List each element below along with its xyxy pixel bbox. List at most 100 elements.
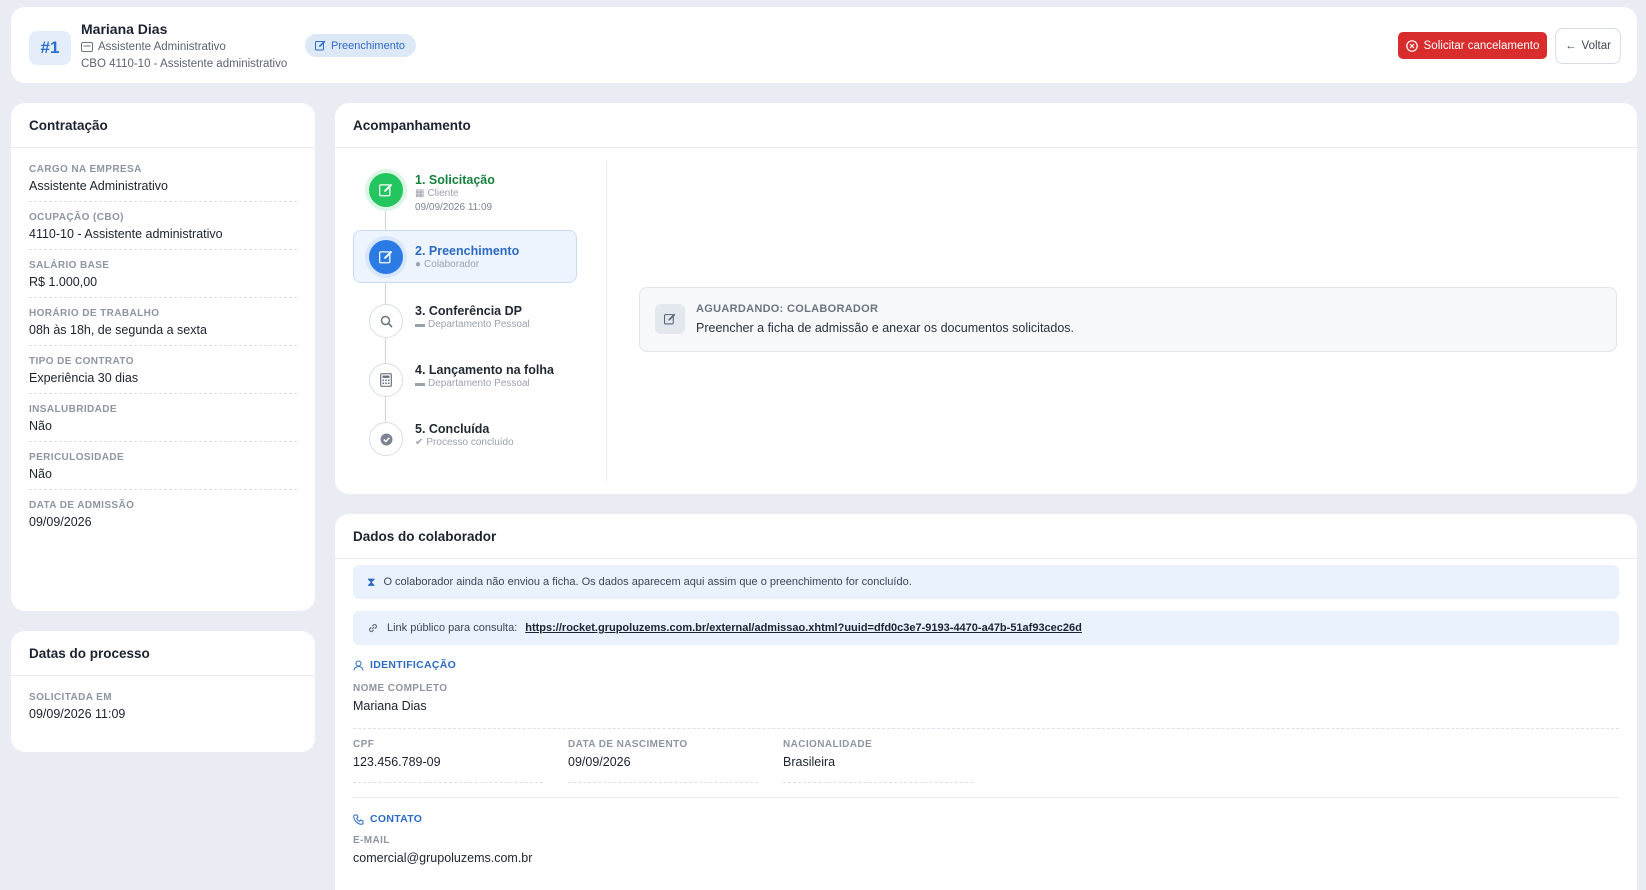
field-value: Experiência 30 dias <box>29 371 139 385</box>
field-label: INSALUBRIDADE <box>29 404 117 415</box>
awaiting-panel: AGUARDANDO: COLABORADOR Preencher a fich… <box>639 287 1617 352</box>
employee-role-text: Assistente Administrativo <box>98 41 226 53</box>
field-value: Não <box>29 419 52 433</box>
email-field: E-MAIL comercial@grupoluzems.com.br <box>353 835 532 865</box>
step-conferencia: 3. Conferência DP ▬ Departamento Pessoal <box>357 292 591 347</box>
edit-icon <box>369 240 403 274</box>
field-label: HORÁRIO DE TRABALHO <box>29 308 160 319</box>
contract-card-title: Contratação <box>11 103 315 148</box>
nationality-field: NACIONALIDADE Brasileira <box>783 739 872 769</box>
step-actor: Processo concluído <box>426 437 514 448</box>
step-subtitle: ▬ Departamento Pessoal <box>415 319 530 330</box>
contract-field: HORÁRIO DE TRABALHO 08h às 18h, de segund… <box>29 298 297 346</box>
contract-field: DATA DE ADMISSÃO 09/09/2026 <box>29 490 297 537</box>
phone-icon <box>353 814 364 825</box>
request-cancel-label: Solicitar cancelamento <box>1423 39 1540 52</box>
edit-icon <box>655 304 685 334</box>
process-steps: 1. Solicitação ▦ Cliente 09/09/2026 11:09… <box>353 161 607 481</box>
edit-icon <box>315 40 326 51</box>
contract-field: SALÁRIO BASE R$ 1.000,00 <box>29 250 297 298</box>
step-actor: Colaborador <box>424 259 480 270</box>
process-header: #1 Mariana Dias Assistente Administrativ… <box>11 7 1637 83</box>
step-title: 2. Preenchimento <box>415 244 520 258</box>
close-circle-icon <box>1405 39 1418 52</box>
birth-date-field: DATA DE NASCIMENTO 09/09/2026 <box>568 739 688 769</box>
field-label: PERICULOSIDADE <box>29 452 125 463</box>
field-value: comercial@grupoluzems.com.br <box>353 851 533 865</box>
tracking-card: Acompanhamento 1. Solicitação ▦ Cliente 0… <box>335 103 1637 494</box>
step-title: 4. Lançamento na folha <box>415 363 554 377</box>
request-cancel-button[interactable]: Solicitar cancelamento <box>1398 32 1547 59</box>
field-value: 08h às 18h, de segunda a sexta <box>29 323 207 337</box>
hourglass-icon: ⧗ <box>367 574 376 589</box>
field-value: Mariana Dias <box>353 699 427 713</box>
contract-card: Contratação CARGO NA EMPRESA Assistente A… <box>11 103 315 611</box>
field-value: R$ 1.000,00 <box>29 275 98 289</box>
pending-notice: ⧗ O colaborador ainda não enviou a ficha… <box>353 565 1619 599</box>
status-badge: Preenchimento <box>305 34 416 57</box>
link-icon <box>368 623 378 633</box>
back-button[interactable]: ← Voltar <box>1555 28 1621 64</box>
requested-at-field: SOLICITADA EM 09/09/2026 11:09 <box>29 676 297 729</box>
employee-name: Mariana Dias <box>81 21 168 37</box>
field-value: Assistente Administrativo <box>29 179 168 193</box>
process-number-badge: #1 <box>29 31 71 65</box>
back-label: Voltar <box>1581 40 1611 52</box>
awaiting-text: Preencher a ficha de admissão e anexar o… <box>696 321 1074 335</box>
check-icon: ✔ <box>415 437 424 448</box>
step-subtitle: ● Colaborador <box>415 259 479 270</box>
building-icon: ▦ <box>415 188 425 199</box>
tracking-card-title: Acompanhamento <box>335 103 1637 148</box>
field-label: TIPO DE CONTRATO <box>29 356 134 367</box>
employee-cbo: CBO 4110-10 - Assistente administrativo <box>81 58 288 70</box>
field-label: CARGO NA EMPRESA <box>29 164 142 175</box>
field-value: 09/09/2026 <box>568 755 631 769</box>
full-name-field: NOME COMPLETO Mariana Dias <box>353 683 447 713</box>
employee-data-card: Dados do colaborador ⧗ O colaborador ain… <box>335 514 1637 890</box>
field-value: 4110-10 - Assistente administrativo <box>29 227 223 241</box>
identification-heading-text: IDENTIFICAÇÃO <box>370 659 457 671</box>
divider <box>353 782 543 783</box>
calculator-icon <box>369 363 403 397</box>
step-title: 3. Conferência DP <box>415 304 522 318</box>
user-icon: ● <box>415 259 422 270</box>
step-subtitle: ▬ Departamento Pessoal <box>415 378 530 389</box>
pending-notice-text: O colaborador ainda não enviou a ficha. … <box>383 576 912 588</box>
step-subtitle: ▦ Cliente <box>415 188 459 199</box>
step-preenchimento: 2. Preenchimento ● Colaborador <box>353 230 577 283</box>
field-label: SOLICITADA EM <box>29 692 112 703</box>
contact-heading-text: CONTATO <box>370 813 423 825</box>
step-concluida: 5. Concluída ✔ Processo concluído <box>357 410 591 465</box>
process-dates-card: Datas do processo SOLICITADA EM 09/09/20… <box>11 631 315 752</box>
step-date: 09/09/2026 11:09 <box>415 202 493 213</box>
step-actor: Departamento Pessoal <box>428 319 530 330</box>
step-solicitacao: 1. Solicitação ▦ Cliente 09/09/2026 11:09 <box>357 161 591 216</box>
divider <box>353 728 1619 729</box>
step-lancamento: 4. Lançamento na folha ▬ Departamento Pes… <box>357 351 591 406</box>
cpf-field: CPF 123.456.789-09 <box>353 739 441 769</box>
field-value: 123.456.789-09 <box>353 755 441 769</box>
field-value: 09/09/2026 11:09 <box>29 707 126 721</box>
employee-role: Assistente Administrativo <box>81 41 226 53</box>
field-label: NACIONALIDADE <box>783 739 873 750</box>
arrow-left-icon: ← <box>1565 40 1577 52</box>
field-label: DATA DE ADMISSÃO <box>29 500 135 511</box>
step-actor: Cliente <box>427 188 459 199</box>
divider <box>783 782 973 783</box>
contract-field: PERICULOSIDADE Não <box>29 442 297 490</box>
field-label: CPF <box>353 739 375 750</box>
check-circle-icon <box>369 422 403 456</box>
field-label: NOME COMPLETO <box>353 683 448 694</box>
step-actor: Departamento Pessoal <box>428 378 530 389</box>
field-value: Não <box>29 467 52 481</box>
id-card-icon <box>81 42 93 52</box>
edit-icon <box>369 173 403 207</box>
contract-field: CARGO NA EMPRESA Assistente Administrativ… <box>29 154 297 202</box>
process-dates-title: Datas do processo <box>11 631 315 676</box>
contract-field: OCUPAÇÃO (CBO) 4110-10 - Assistente admin… <box>29 202 297 250</box>
public-link[interactable]: https://rocket.grupoluzems.com.br/extern… <box>525 622 1082 634</box>
step-subtitle: ✔ Processo concluído <box>415 437 514 448</box>
briefcase-icon: ▬ <box>415 378 425 389</box>
contact-heading: CONTATO <box>353 813 422 825</box>
awaiting-title: AGUARDANDO: COLABORADOR <box>696 303 879 315</box>
